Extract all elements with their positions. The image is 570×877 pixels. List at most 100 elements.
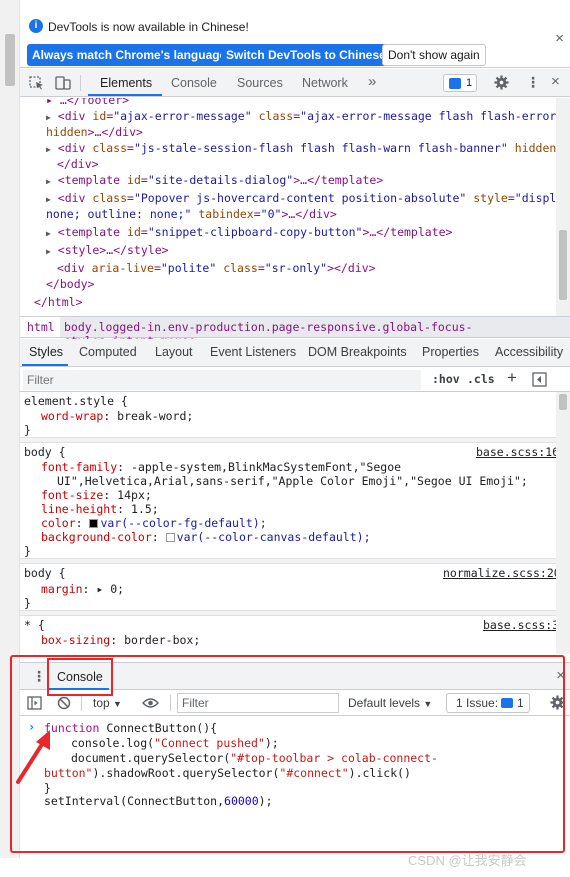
always-match-language-button[interactable]: Always match Chrome's language [27, 44, 232, 66]
dom-node-snippet-clipboard[interactable]: ▶ <template id="snippet-clipboard-copy-b… [46, 224, 452, 242]
tab-console[interactable]: Console [171, 76, 217, 90]
tab-elements[interactable]: Elements [100, 76, 152, 90]
dom-tag: >…</div> [281, 207, 337, 221]
dom-attr: hidden [46, 125, 88, 139]
dom-attr-value: none; outline: none;" [46, 207, 192, 221]
rule-source-link[interactable]: base.scss:3 [483, 618, 556, 632]
toolbar-divider [80, 75, 81, 91]
styles-subtab-bar: Styles Computed Layout Event Listeners D… [20, 339, 570, 367]
dom-tree[interactable]: ▸ …</footer> ▶ <div id="ajax-error-messa… [20, 98, 556, 316]
close-devtools-icon[interactable]: × [551, 73, 560, 90]
expand-triangle-icon[interactable]: ▶ [46, 113, 51, 122]
expand-triangle-icon[interactable]: ▶ [46, 195, 51, 204]
info-icon: i [29, 19, 43, 33]
breadcrumb-body[interactable]: body.logged-in.env-production.page-respo… [60, 317, 570, 348]
styles-scrollbar-thumb[interactable] [559, 394, 567, 410]
tab-dom-breakpoints[interactable]: DOM Breakpoints [308, 345, 407, 359]
device-toolbar-icon[interactable] [55, 76, 71, 90]
breadcrumb-html[interactable]: html [27, 320, 55, 334]
css-value[interactable]: 14px; [117, 488, 152, 502]
main-tab-bar: Elements Console Sources Network » 1 ⋮ × [20, 69, 570, 97]
dom-scrollbar[interactable] [556, 98, 570, 316]
more-tabs-icon[interactable]: » [368, 73, 376, 90]
tab-styles[interactable]: Styles [29, 345, 63, 359]
css-value[interactable]: ▸ 0; [96, 582, 124, 596]
dom-attr: tabindex [198, 207, 254, 221]
dom-node-stale-session[interactable]: ▶ <div class="js-stale-session-flash fla… [46, 140, 556, 158]
css-value[interactable]: var(--color-fg-default); [100, 516, 266, 530]
dom-node-footer[interactable]: ▸ …</footer> [46, 98, 129, 107]
css-property[interactable]: word-wrap [41, 409, 103, 423]
breadcrumb: html body.logged-in.env-production.page-… [20, 316, 570, 348]
tab-layout[interactable]: Layout [155, 345, 193, 359]
dom-node-site-details[interactable]: ▶ <template id="site-details-dialog">…</… [46, 172, 383, 190]
dom-tag: >…</div> [87, 125, 143, 139]
css-property[interactable]: font-family [41, 460, 117, 474]
css-value[interactable]: border-box; [124, 633, 200, 647]
issue-icon [449, 78, 461, 89]
active-tab-indicator [88, 94, 162, 96]
tab-event-listeners[interactable]: Event Listeners [210, 345, 296, 359]
dont-show-again-button[interactable]: Don't show again [382, 44, 486, 66]
tab-network[interactable]: Network [302, 76, 348, 90]
new-rule-icon[interactable]: + [507, 368, 517, 388]
css-value[interactable]: break-word; [117, 409, 193, 423]
page-scrollbar-thumb[interactable] [5, 34, 15, 86]
dom-attr-value: "0" [260, 207, 282, 221]
expand-triangle-icon[interactable]: ▶ [46, 177, 51, 186]
css-property[interactable]: line-height [41, 502, 117, 516]
rule-close: } [24, 423, 31, 437]
expand-triangle-icon[interactable]: ▶ [46, 247, 51, 256]
tab-computed[interactable]: Computed [79, 345, 137, 359]
issue-count: 1 [466, 77, 473, 89]
issues-counter[interactable]: 1 [443, 74, 477, 92]
tab-accessibility[interactable]: Accessibility [495, 345, 563, 359]
rule-selector[interactable]: body { [24, 445, 66, 459]
css-property[interactable]: box-sizing [41, 633, 110, 647]
active-subtab-indicator [22, 364, 68, 366]
color-swatch[interactable] [165, 533, 175, 542]
rule-selector[interactable]: element.style { [24, 394, 128, 408]
css-value[interactable]: 1.5; [131, 502, 159, 516]
hov-toggle[interactable]: :hov [432, 372, 460, 386]
styles-filter-input[interactable] [23, 370, 421, 390]
tab-sources[interactable]: Sources [237, 76, 283, 90]
rule-source-link[interactable]: normalize.scss:20 [443, 566, 556, 580]
switch-to-chinese-button[interactable]: Switch DevTools to Chinese [221, 44, 391, 66]
dom-node-body-close[interactable]: </body> [46, 277, 94, 291]
css-property[interactable]: color [41, 516, 76, 530]
dom-node-sr-only[interactable]: <div aria-live="polite" class="sr-only">… [57, 260, 376, 276]
rule-separator [20, 610, 556, 616]
dom-tag: </div> [57, 157, 99, 171]
rule-close: } [24, 544, 31, 558]
close-icon[interactable]: × [555, 30, 564, 47]
cls-toggle[interactable]: .cls [467, 372, 495, 386]
gear-icon[interactable] [494, 75, 509, 90]
css-property[interactable]: font-size [41, 488, 103, 502]
tab-properties[interactable]: Properties [422, 345, 479, 359]
rule-separator [20, 437, 556, 443]
css-property[interactable]: margin [41, 582, 83, 596]
dom-node-html-close[interactable]: </html> [34, 295, 82, 309]
expand-triangle-icon[interactable]: ▶ [46, 229, 51, 238]
rule-selector[interactable]: * { [24, 618, 45, 632]
css-value[interactable]: var(--color-canvas-default); [177, 530, 371, 544]
rule-source-link[interactable]: base.scss:16 [476, 445, 556, 459]
expand-triangle-icon[interactable]: ▶ [46, 145, 51, 154]
inspect-element-icon[interactable] [29, 76, 45, 90]
css-value[interactable]: -apple-system,BlinkMacSystemFont,"Segoe [131, 460, 401, 474]
css-property[interactable]: background-color [41, 530, 152, 544]
language-notification: i DevTools is now available in Chinese! … [20, 0, 570, 68]
styles-filter-bar: :hov .cls + [20, 368, 570, 392]
dom-node-style[interactable]: ▶ <style>…</style> [46, 242, 169, 260]
watermark: CSDN @让我安静会 [408, 853, 527, 868]
kebab-menu-icon[interactable]: ⋮ [526, 74, 540, 91]
css-value[interactable]: UI",Helvetica,Arial,sans-serif,"Apple Co… [57, 474, 528, 488]
toggle-sidebar-icon[interactable] [532, 372, 547, 387]
styles-scrollbar[interactable] [556, 392, 570, 654]
rule-selector[interactable]: body { [24, 566, 66, 580]
color-swatch[interactable] [89, 519, 99, 528]
dom-scrollbar-thumb[interactable] [559, 230, 567, 300]
annotation-arrow-icon [16, 730, 50, 784]
rule-close: } [24, 596, 31, 610]
